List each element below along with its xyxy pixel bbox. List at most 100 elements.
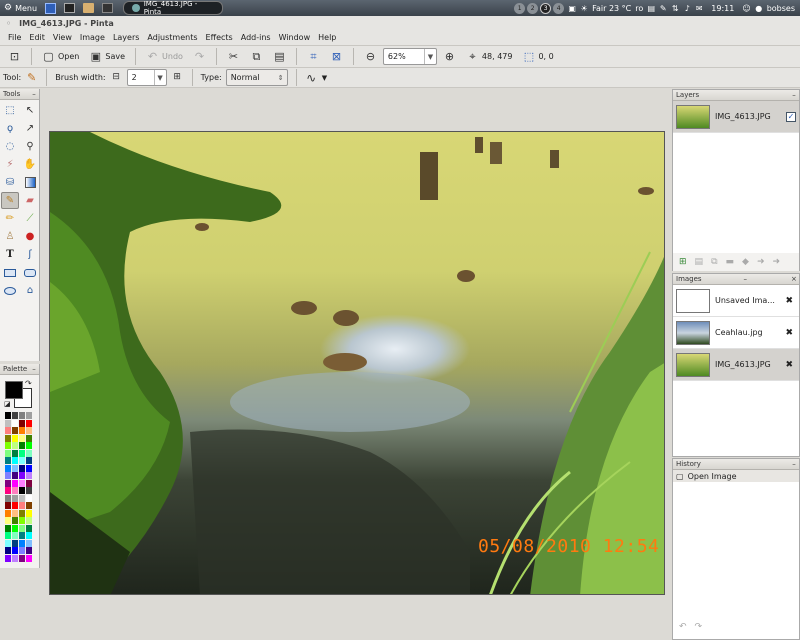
palette-swatch[interactable]: [5, 487, 11, 494]
workspace-3[interactable]: 3: [540, 2, 552, 14]
palette-swatch[interactable]: [12, 517, 18, 524]
menu-add-ins[interactable]: Add-ins: [237, 33, 275, 42]
primary-color-swatch[interactable]: [5, 381, 23, 399]
user-name[interactable]: bobses: [765, 1, 797, 15]
deselect-button[interactable]: ⊠: [326, 47, 347, 66]
image-row[interactable]: IMG_4613.JPG ✖: [673, 349, 799, 381]
palette-swatch[interactable]: [12, 502, 18, 509]
palette-swatch[interactable]: [19, 449, 25, 457]
palette-swatch[interactable]: [19, 472, 25, 479]
rectangle-tool[interactable]: [1, 264, 19, 281]
mail-icon[interactable]: ✉: [693, 1, 705, 15]
palette-swatch[interactable]: [12, 524, 18, 532]
palette-swatch[interactable]: [12, 494, 18, 502]
menu-file[interactable]: File: [4, 33, 25, 42]
workspace-1[interactable]: 1: [514, 2, 526, 14]
palette-swatch[interactable]: [5, 532, 11, 539]
palette-swatch[interactable]: [5, 427, 11, 434]
open-button[interactable]: ▢ Open: [38, 47, 83, 66]
move-layer-up-icon[interactable]: ◆: [742, 257, 749, 267]
palette-swatch[interactable]: [5, 472, 11, 479]
taskbar-window-button[interactable]: IMG_4613.JPG - Pinta: [123, 0, 224, 16]
clock[interactable]: 19:11: [709, 1, 736, 15]
line-curve-tool[interactable]: ʃ: [21, 246, 39, 263]
freeform-shape-tool[interactable]: ⌂: [21, 282, 39, 299]
palette-swatch[interactable]: [5, 509, 11, 517]
camera-icon[interactable]: ▣: [566, 1, 578, 15]
palette-swatch[interactable]: [12, 449, 18, 457]
palette-swatch[interactable]: [5, 517, 11, 524]
text-tool[interactable]: T: [1, 246, 19, 263]
close-image-icon[interactable]: ✖: [785, 328, 793, 338]
layer-visibility-checkbox[interactable]: ✓: [786, 111, 796, 122]
palette-swatch[interactable]: [26, 472, 32, 479]
spinner-icon[interactable]: ⇕: [275, 70, 287, 85]
palette-swatch[interactable]: [26, 547, 32, 554]
clipboard-icon[interactable]: ▤: [645, 1, 657, 15]
add-layer-icon[interactable]: ⊞: [679, 257, 687, 267]
palette-swatch[interactable]: [5, 554, 11, 562]
rounded-rectangle-tool[interactable]: [21, 264, 39, 281]
minimize-icon[interactable]: –: [29, 365, 39, 373]
image-canvas[interactable]: 05/08/2010 12:54: [49, 131, 665, 595]
cut-button[interactable]: ✂: [223, 47, 244, 66]
clone-stamp-tool[interactable]: ♙: [1, 228, 19, 245]
palette-swatch[interactable]: [26, 412, 32, 419]
palette-swatch[interactable]: [26, 442, 32, 449]
palette-swatch[interactable]: [5, 442, 11, 449]
palette-swatch[interactable]: [26, 487, 32, 494]
palette-swatch[interactable]: [19, 487, 25, 494]
network-icon[interactable]: ⇅: [669, 1, 681, 15]
weather-text[interactable]: Fair 23 °C: [590, 1, 633, 15]
palette-swatch[interactable]: [26, 464, 32, 472]
palette-swatch[interactable]: [26, 479, 32, 487]
palette-swatch[interactable]: [26, 427, 32, 434]
palette-swatch[interactable]: [5, 457, 11, 464]
layer-row[interactable]: IMG_4613.JPG ✓: [673, 101, 799, 133]
palette-swatch[interactable]: [5, 434, 11, 442]
magic-wand-tool[interactable]: ⚡: [1, 156, 19, 173]
palette-swatch[interactable]: [12, 479, 18, 487]
new-button[interactable]: ⊡: [4, 47, 25, 66]
palette-swatch[interactable]: [19, 419, 25, 427]
pan-tool[interactable]: ✋: [21, 156, 39, 173]
palette-swatch[interactable]: [19, 517, 25, 524]
palette-swatch[interactable]: [12, 547, 18, 554]
menu-adjustments[interactable]: Adjustments: [143, 33, 201, 42]
palette-swatch[interactable]: [12, 419, 18, 427]
brush-width-combo[interactable]: 2 ▼: [126, 69, 167, 86]
palette-swatch[interactable]: [12, 427, 18, 434]
palette-swatch[interactable]: [19, 547, 25, 554]
zoom-combo[interactable]: 62% ▼: [382, 48, 437, 65]
palette-swatch[interactable]: [26, 509, 32, 517]
palette-swatch[interactable]: [5, 479, 11, 487]
palette-swatch[interactable]: [12, 532, 18, 539]
palette-swatch[interactable]: [12, 412, 18, 419]
palette-swatch[interactable]: [12, 539, 18, 547]
menu-edit[interactable]: Edit: [25, 33, 49, 42]
palette-swatch[interactable]: [12, 457, 18, 464]
palette-swatch[interactable]: [5, 419, 11, 427]
menu-image[interactable]: Image: [76, 33, 109, 42]
redo-icon[interactable]: ↷: [695, 622, 703, 632]
palette-swatch[interactable]: [26, 449, 32, 457]
palette-swatch[interactable]: [19, 502, 25, 509]
palette-swatch[interactable]: [26, 532, 32, 539]
palette-swatch[interactable]: [26, 434, 32, 442]
palette-swatch[interactable]: [12, 442, 18, 449]
recolor-tool[interactable]: ●: [21, 228, 39, 245]
pencil-tool[interactable]: ✏: [1, 210, 19, 227]
chevron-down-icon[interactable]: ▼: [423, 49, 436, 64]
palette-swatch[interactable]: [19, 524, 25, 532]
image-row[interactable]: Ceahlau.jpg ✖: [673, 317, 799, 349]
palette-swatch[interactable]: [5, 449, 11, 457]
palette-swatch[interactable]: [5, 502, 11, 509]
launcher-browser[interactable]: [41, 0, 60, 16]
rectangle-select-tool[interactable]: ⬚: [1, 102, 19, 119]
launcher-terminal[interactable]: [60, 0, 79, 16]
palette-swatch[interactable]: [5, 464, 11, 472]
palette-swatch[interactable]: [5, 547, 11, 554]
move-selection-tool[interactable]: ↗: [21, 120, 39, 137]
paint-bucket-tool[interactable]: ⛁: [1, 174, 19, 191]
palette-swatch[interactable]: [26, 457, 32, 464]
